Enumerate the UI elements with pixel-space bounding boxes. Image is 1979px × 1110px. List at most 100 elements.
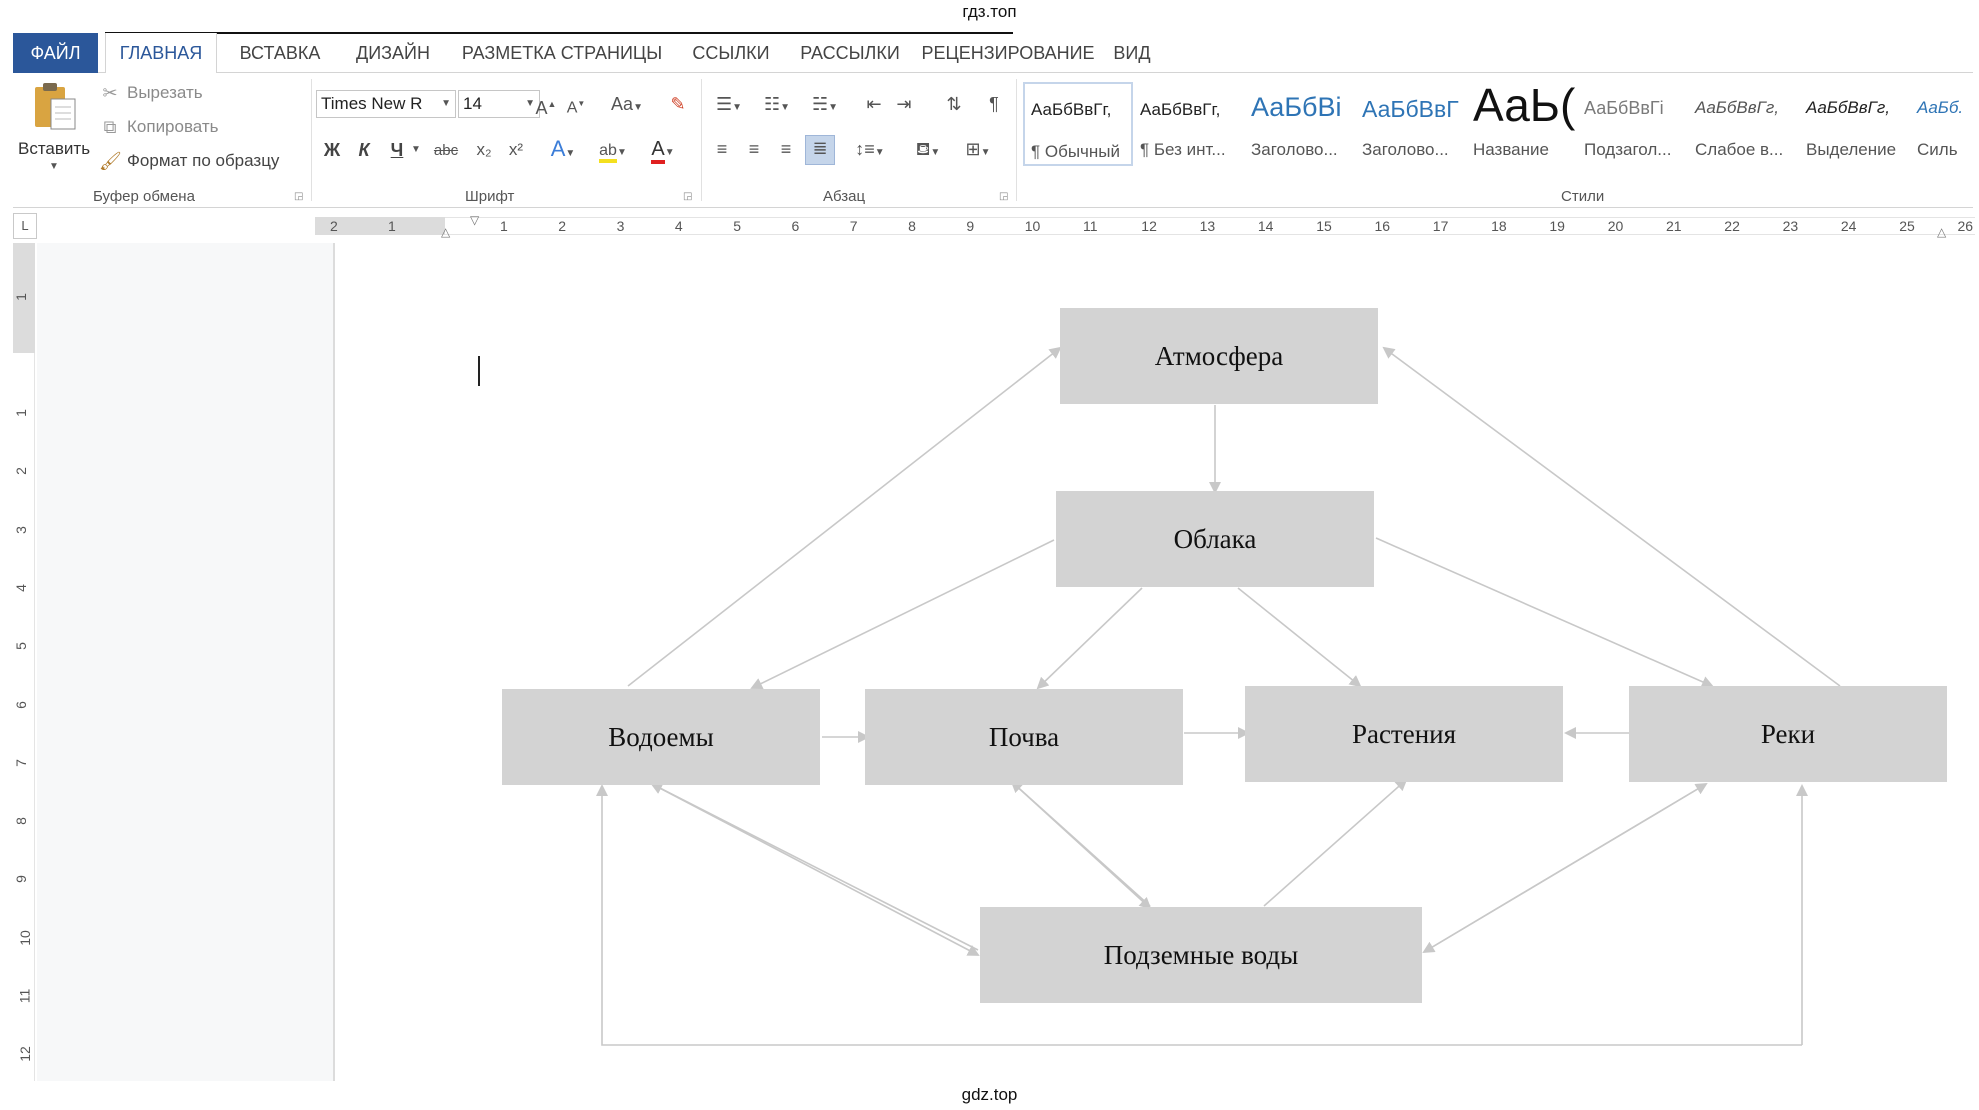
underline-dropdown-icon[interactable]: ▼ (410, 138, 422, 162)
superscript-button[interactable]: x² (503, 138, 529, 162)
bold-button[interactable]: Ж (321, 138, 343, 162)
ruler-number: 26 (1957, 218, 1974, 234)
shrink-font-button[interactable]: A▼ (565, 92, 587, 120)
numbering-button[interactable]: ☷▼ (757, 92, 797, 120)
node-rivers[interactable]: Реки (1629, 686, 1947, 782)
increase-indent-icon[interactable]: ⇥ (891, 92, 917, 116)
ribbon-tab-bar: ФАЙЛ ГЛАВНАЯ ВСТАВКА ДИЗАЙН РАЗМЕТКА СТР… (13, 33, 1973, 74)
style-intense-emphasis[interactable]: АаБб. Силь (1911, 82, 1973, 166)
node-atmosphere[interactable]: Атмосфера (1060, 308, 1378, 404)
ruler-number: 15 (1316, 218, 1332, 234)
font-launcher-icon[interactable]: ◲ (683, 191, 692, 202)
text-effects-button[interactable]: A▼ (543, 137, 583, 166)
copy-button[interactable]: ⧉ Копировать (99, 115, 249, 141)
node-plants[interactable]: Растения (1245, 686, 1563, 782)
style-sample: АаБбВвГі (1584, 98, 1664, 118)
style-name: ¶ Без инт... (1140, 140, 1226, 159)
node-clouds[interactable]: Облака (1056, 491, 1374, 587)
cut-label: Вырезать (127, 83, 203, 102)
style-subtitle[interactable]: АаБбВвГі Подзагол... (1578, 82, 1688, 166)
style-no-spacing[interactable]: АаБбВвГг, ¶ Без инт... (1134, 82, 1244, 166)
style-heading-2[interactable]: АаБбВвГ Заголово... (1356, 82, 1466, 166)
first-line-indent-marker[interactable]: ▽ (470, 213, 479, 227)
underline-button[interactable]: Ч (386, 138, 408, 162)
ruler-number: 20 (1607, 218, 1624, 234)
style-sample: АаБб. (1917, 98, 1964, 117)
vertical-ruler[interactable]: 1 1 2 3 4 5 6 7 8 9 10 11 12 (13, 243, 35, 1081)
format-painter-label: Формат по образцу (127, 151, 280, 170)
highlight-button[interactable]: ab▼ (591, 137, 635, 165)
line-spacing-button[interactable]: ↕≡▼ (849, 137, 891, 165)
grow-font-button[interactable]: A▲ (535, 92, 557, 120)
tab-selector-button[interactable]: L (13, 213, 37, 239)
paste-icon (35, 83, 76, 130)
change-case-button[interactable]: Aa▼ (607, 92, 647, 120)
align-left-icon[interactable]: ≡ (709, 137, 735, 161)
style-sample: АаБбВвГг, (1806, 98, 1890, 117)
style-normal[interactable]: АаБбВвГг, ¶ Обычный (1023, 82, 1133, 166)
node-groundwater[interactable]: Подземные воды (980, 907, 1422, 1003)
document-left-margin (37, 243, 335, 1081)
style-title[interactable]: АаЬ( Название (1467, 82, 1577, 166)
style-heading-1[interactable]: АаБбВі Заголово... (1245, 82, 1355, 166)
ruler-number: 25 (1899, 218, 1915, 234)
font-size-combobox[interactable]: 14 ▼ (458, 90, 540, 118)
show-marks-button[interactable]: ¶ (981, 92, 1007, 116)
sort-icon[interactable]: ⇅ (941, 92, 967, 116)
ribbon: Вставить ▼ ✂ Вырезать ⧉ Копировать 🖌 Фор… (13, 73, 1973, 208)
tab-page-layout[interactable]: РАЗМЕТКА СТРАНИЦЫ (453, 33, 671, 73)
style-name: Подзагол... (1584, 140, 1672, 159)
clear-format-icon[interactable]: ✎ (665, 92, 691, 116)
style-subtle-emphasis[interactable]: АаБбВвГг, Слабое в... (1689, 82, 1799, 166)
ruler-number: 5 (733, 218, 741, 234)
ruler-number: 4 (12, 583, 29, 592)
text-cursor (478, 356, 480, 386)
justify-icon[interactable]: ≣ (805, 135, 835, 165)
align-right-icon[interactable]: ≡ (773, 137, 799, 161)
font-name-combobox[interactable]: Times New R ▼ (316, 90, 456, 118)
tab-design[interactable]: ДИЗАЙН (343, 33, 443, 73)
tab-mailings[interactable]: РАССЫЛКИ (791, 33, 909, 73)
tab-insert[interactable]: ВСТАВКА (225, 33, 335, 73)
left-indent-marker[interactable]: △ (441, 225, 450, 239)
subscript-button[interactable]: x₂ (471, 138, 497, 162)
style-sample: АаБбВвГг, (1031, 100, 1112, 119)
node-water-bodies[interactable]: Водоемы (502, 689, 820, 785)
shading-button[interactable]: ⛾▼ (907, 137, 949, 165)
paste-button[interactable]: Вставить ▼ (15, 79, 91, 179)
font-color-button[interactable]: A▼ (641, 137, 685, 165)
paragraph-group-label: Абзац (823, 188, 866, 205)
tab-review[interactable]: РЕЦЕНЗИРОВАНИЕ (919, 33, 1097, 73)
font-group-label: Шрифт (465, 188, 515, 205)
ruler-number: 2 (558, 218, 567, 234)
multilevel-list-button[interactable]: ☵▼ (805, 92, 845, 120)
paste-dropdown-icon[interactable]: ▼ (49, 161, 59, 172)
decrease-indent-icon[interactable]: ⇤ (861, 92, 887, 116)
styles-gallery: АаБбВвГг, ¶ Обычный АаБбВвГг, ¶ Без инт.… (1023, 82, 1973, 166)
horizontal-ruler[interactable]: 2 1 1 2 3 4 5 6 7 8 9 10 11 12 13 14 15 16 17 18 19 20 21 22 23 2… (315, 213, 1975, 239)
paragraph-launcher-icon[interactable]: ◲ (999, 191, 1008, 202)
bullets-button[interactable]: ☰▼ (709, 92, 749, 120)
align-center-icon[interactable]: ≡ (741, 137, 767, 161)
borders-icon: ⊞ (965, 139, 981, 159)
paint-bucket-icon: ⛾ (915, 139, 931, 159)
right-indent-marker[interactable]: △ (1937, 225, 1946, 239)
tab-references[interactable]: ССЫЛКИ (681, 33, 781, 73)
style-name: Выделение (1806, 140, 1897, 159)
cut-button[interactable]: ✂ Вырезать (99, 81, 249, 107)
watermark-bottom: gdz.top (961, 1085, 1018, 1104)
italic-button[interactable]: К (353, 138, 375, 162)
tab-view[interactable]: ВИД (1107, 33, 1157, 73)
style-emphasis[interactable]: АаБбВвГг, Выделение (1800, 82, 1910, 166)
highlighter-icon: ab (599, 142, 617, 163)
style-sample: АаБбВвГ (1362, 96, 1459, 122)
tab-home[interactable]: ГЛАВНАЯ (105, 33, 217, 74)
borders-button[interactable]: ⊞▼ (957, 137, 999, 165)
tab-file[interactable]: ФАЙЛ (13, 33, 98, 73)
ruler-number: 1 (388, 218, 396, 234)
format-painter-button[interactable]: 🖌 Формат по образцу (99, 149, 309, 175)
strikethrough-button[interactable]: abc (429, 139, 463, 163)
watermark-top: гдз.топ (962, 2, 1017, 21)
node-soil[interactable]: Почва (865, 689, 1183, 785)
clipboard-launcher-icon[interactable]: ◲ (294, 191, 303, 202)
